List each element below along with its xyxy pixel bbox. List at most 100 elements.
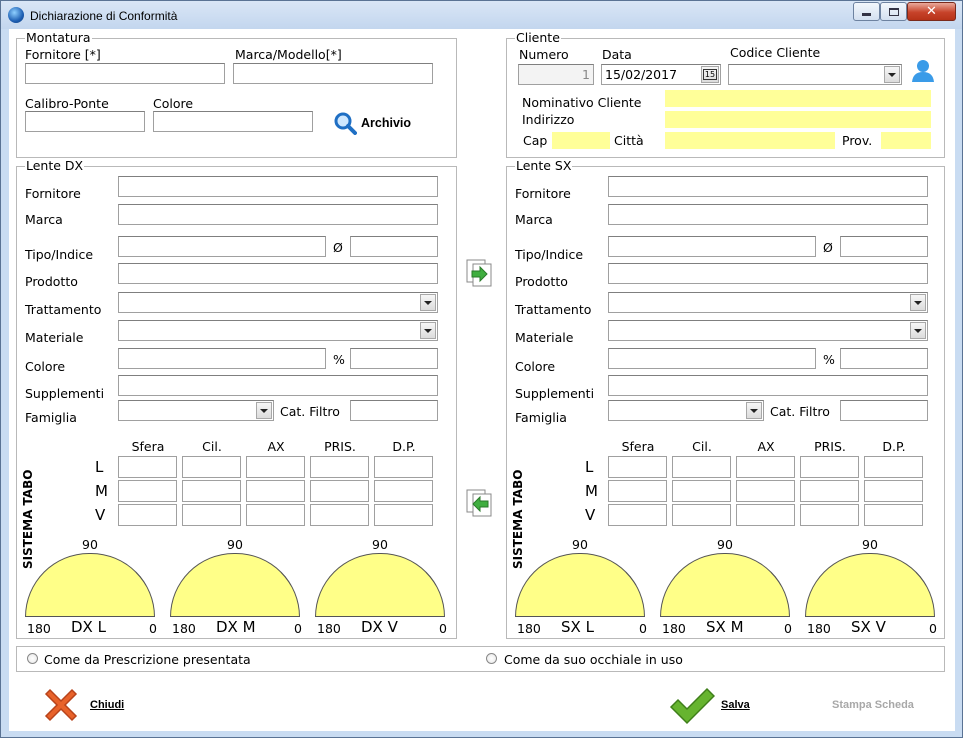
salva-button[interactable]: Salva (669, 685, 759, 725)
lente_dx-supplementi-input[interactable] (118, 375, 438, 396)
lente_sx-diam-input[interactable] (840, 236, 928, 257)
lente_dx-gauge-semicircle[interactable] (315, 553, 445, 617)
montatura-colore-input[interactable] (153, 111, 313, 132)
copy-sx-to-dx-button[interactable] (464, 487, 496, 519)
lente_dx-tabo-cell[interactable] (246, 504, 305, 526)
lente_dx-gauge-semicircle[interactable] (170, 553, 300, 617)
indirizzo-field[interactable] (665, 111, 931, 128)
lente_sx-tabo-cell[interactable] (736, 456, 795, 478)
minimize-button[interactable] (853, 2, 880, 21)
lente_sx-gauge-semicircle[interactable] (515, 553, 645, 617)
prescrizione-radio[interactable] (27, 653, 38, 664)
calendar-button[interactable]: 15 (701, 66, 719, 83)
lente_dx-perc-input[interactable] (350, 348, 438, 369)
lente_sx-tabo-cell[interactable] (672, 504, 731, 526)
lente_dx-trattamento-combo[interactable] (118, 292, 438, 313)
lente_sx-marca-input[interactable] (608, 204, 928, 225)
lente_sx-famiglia-combo-arrow[interactable] (746, 402, 762, 419)
lente_dx-marca-input[interactable] (118, 204, 438, 225)
lente_sx-colore-label: Colore (515, 359, 556, 374)
lente_dx-materiale-combo[interactable] (118, 320, 438, 341)
lente_dx-tabo-cell[interactable] (246, 456, 305, 478)
lente_sx-tabo-cell[interactable] (608, 480, 667, 502)
chiudi-button[interactable]: Chiudi (41, 685, 136, 725)
lente_sx-tabo-cell[interactable] (608, 456, 667, 478)
lente_sx-gauge-semicircle[interactable] (660, 553, 790, 617)
lente_sx-colore-input[interactable] (608, 348, 816, 369)
montatura-fornitore-input[interactable] (25, 63, 225, 84)
lente_dx-tabo-cell[interactable] (182, 456, 241, 478)
lente_sx-tabo-cell[interactable] (672, 456, 731, 478)
data-input[interactable]: 15/02/2017 15 (601, 64, 721, 85)
close-window-button[interactable]: ✕ (907, 2, 956, 21)
lente_dx-tabo-cell[interactable] (246, 480, 305, 502)
lente_dx-tabo-cell[interactable] (182, 480, 241, 502)
numero-label: Numero (519, 47, 569, 62)
lente_dx-materiale-combo-arrow[interactable] (420, 322, 436, 339)
codice-dropdown-arrow[interactable] (884, 66, 900, 83)
numero-input[interactable]: 1 (518, 64, 594, 85)
archivio-button[interactable]: Archivio (333, 111, 433, 135)
montatura-marca-input[interactable] (233, 63, 433, 84)
prov-field[interactable] (881, 132, 931, 149)
lente_dx-colore-input[interactable] (118, 348, 326, 369)
lente_sx-tabo-cell[interactable] (736, 480, 795, 502)
lente_dx-famiglia-combo[interactable] (118, 400, 274, 421)
lente_sx-materiale-combo-arrow[interactable] (910, 322, 926, 339)
lente_sx-tabo-cell[interactable] (800, 456, 859, 478)
lente_sx-materiale-combo[interactable] (608, 320, 928, 341)
lente_sx-tabo-cell[interactable] (736, 504, 795, 526)
lente_dx-fornitore-input[interactable] (118, 176, 438, 197)
lente_sx-prodotto-input[interactable] (608, 263, 928, 284)
lente_sx-gauge-semicircle[interactable] (805, 553, 935, 617)
lente_sx-tabo-cell[interactable] (608, 504, 667, 526)
lente_dx-tabo-cell[interactable] (374, 456, 433, 478)
lente_dx-tabo-cell[interactable] (374, 504, 433, 526)
lente_dx-tabo-cell[interactable] (118, 456, 177, 478)
lente_dx-filtro-input[interactable] (350, 400, 438, 421)
copy-dx-to-sx-button[interactable] (464, 257, 496, 289)
lente_dx-tabo-cell[interactable] (182, 504, 241, 526)
maximize-button[interactable] (880, 2, 907, 21)
lente_dx-gauge-90: 90 (372, 537, 388, 552)
lente_dx-tabo-cell[interactable] (310, 504, 369, 526)
cap-field[interactable] (552, 132, 610, 149)
lente_sx-tabo-cell[interactable] (864, 504, 923, 526)
lente_sx-supplementi-input[interactable] (608, 375, 928, 396)
occhiale-radio[interactable] (486, 653, 497, 664)
lente_dx-tabo-cell[interactable] (310, 456, 369, 478)
lente_dx-gauge-semicircle[interactable] (25, 553, 155, 617)
lente_sx-col-header: PRIS. (814, 439, 846, 454)
lente_dx-tabo-cell[interactable] (118, 504, 177, 526)
lente_sx-perc-input[interactable] (840, 348, 928, 369)
citta-field[interactable] (665, 132, 835, 149)
lente_dx-tabo-cell[interactable] (118, 480, 177, 502)
lente_sx-tabo-cell[interactable] (800, 480, 859, 502)
lente_sx-gauge-0: 0 (639, 621, 647, 636)
dialog-body: Montatura Fornitore [*] Marca/Modello[*]… (9, 29, 955, 731)
lente_sx-tabo-cell[interactable] (672, 480, 731, 502)
lente_sx-fornitore-input[interactable] (608, 176, 928, 197)
lente_sx-filtro-input[interactable] (840, 400, 928, 421)
lente_sx-trattamento-combo-arrow[interactable] (910, 294, 926, 311)
lente_dx-diam-input[interactable] (350, 236, 438, 257)
lente_dx-prodotto-input[interactable] (118, 263, 438, 284)
lente_dx-famiglia-combo-arrow[interactable] (256, 402, 272, 419)
lente_sx-trattamento-combo[interactable] (608, 292, 928, 313)
lente_sx-tabo-cell[interactable] (864, 480, 923, 502)
calibro-input[interactable] (25, 111, 145, 132)
lente_dx-tipo-input[interactable] (118, 236, 326, 257)
lente_sx-tipo-input[interactable] (608, 236, 816, 257)
lente_dx-tabo-cell[interactable] (310, 480, 369, 502)
lente_sx-tabo-cell[interactable] (864, 456, 923, 478)
lente_dx-trattamento-combo-arrow[interactable] (420, 294, 436, 311)
lente_dx-tabo-cell[interactable] (374, 480, 433, 502)
codice-cliente-combo[interactable] (728, 64, 902, 85)
user-icon[interactable] (911, 58, 935, 82)
stampa-scheda-button[interactable]: Stampa Scheda (832, 699, 914, 711)
lente_dx-row-label: V (95, 506, 106, 524)
nominativo-field[interactable] (665, 90, 931, 107)
lente_sx-row-label: V (585, 506, 596, 524)
lente_sx-famiglia-combo[interactable] (608, 400, 764, 421)
lente_sx-tabo-cell[interactable] (800, 504, 859, 526)
